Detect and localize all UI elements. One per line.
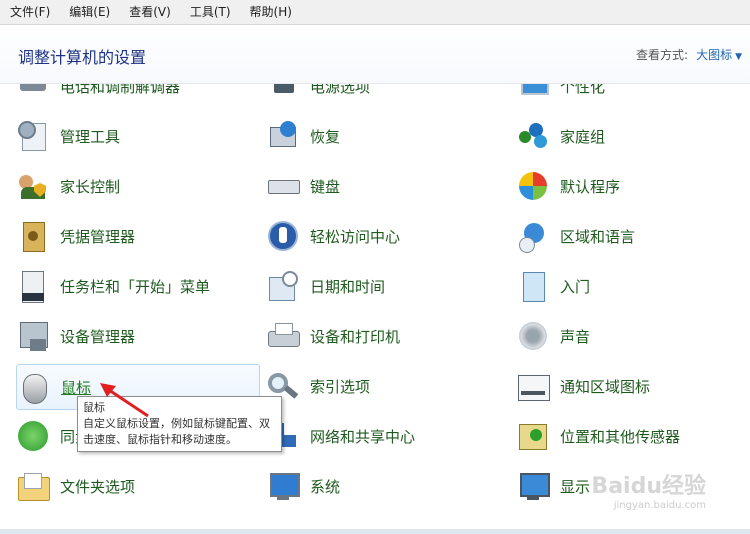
bottom-edge xyxy=(0,529,750,534)
parental-control-icon xyxy=(16,169,50,203)
cp-item-network[interactable]: 网络和共享中心 xyxy=(266,414,508,458)
sync-center-icon xyxy=(16,419,50,453)
cp-item-credential-manager[interactable]: 凭据管理器 xyxy=(16,214,258,258)
cp-item-folder-options[interactable]: 文件夹选项 xyxy=(16,464,258,508)
cp-item-label: 声音 xyxy=(560,327,591,346)
date-time-icon xyxy=(266,269,300,303)
cp-item-label: 家长控制 xyxy=(60,177,121,196)
page-title: 调整计算机的设置 xyxy=(18,48,147,67)
cp-item-system[interactable]: 系统 xyxy=(266,464,508,508)
device-manager-icon xyxy=(16,319,50,353)
recovery-icon xyxy=(266,119,300,153)
cp-item-label: 键盘 xyxy=(310,177,341,196)
cp-item-location-sensors[interactable]: 位置和其他传感器 xyxy=(516,414,748,458)
mouse-icon xyxy=(17,370,51,404)
default-programs-icon xyxy=(516,169,550,203)
cp-item-keyboard[interactable]: 键盘 xyxy=(266,164,508,208)
cp-item-label: 位置和其他传感器 xyxy=(560,427,681,446)
cp-item-sound[interactable]: 声音 xyxy=(516,314,748,358)
ease-of-access-icon xyxy=(266,219,300,253)
items-grid: 电话和调制解调器管理工具家长控制凭据管理器任务栏和「开始」菜单设备管理器鼠标同步… xyxy=(0,84,750,530)
location-sensors-icon xyxy=(516,419,550,453)
view-by-label: 查看方式: xyxy=(636,48,689,62)
cp-item-default-programs[interactable]: 默认程序 xyxy=(516,164,748,208)
cp-item-label: 个性化 xyxy=(560,84,606,96)
phone-modem-icon xyxy=(16,84,50,103)
notification-area-icon xyxy=(516,369,550,403)
cp-item-parental-control[interactable]: 家长控制 xyxy=(16,164,258,208)
cp-item-label: 鼠标 xyxy=(61,378,92,397)
homegroup-icon xyxy=(516,119,550,153)
power-options-icon xyxy=(266,84,300,103)
menu-view[interactable]: 查看(V) xyxy=(119,0,180,24)
menu-bar: 文件(F) 编辑(E) 查看(V) 工具(T) 帮助(H) xyxy=(0,0,750,25)
cp-item-label: 电源选项 xyxy=(310,84,371,96)
system-icon xyxy=(266,469,300,503)
cp-item-label: 日期和时间 xyxy=(310,277,386,296)
menu-help[interactable]: 帮助(H) xyxy=(240,0,301,24)
cp-item-printer[interactable]: 设备和打印机 xyxy=(266,314,508,358)
chevron-down-icon[interactable]: ▼ xyxy=(735,52,742,62)
keyboard-icon xyxy=(266,169,300,203)
cp-item-ease-of-access[interactable]: 轻松访问中心 xyxy=(266,214,508,258)
menu-tools[interactable]: 工具(T) xyxy=(180,0,240,24)
watermark-logo: Baidu经验 xyxy=(591,474,706,499)
cp-item-label: 系统 xyxy=(310,477,341,496)
taskbar-icon xyxy=(16,269,50,303)
cp-item-taskbar[interactable]: 任务栏和「开始」菜单 xyxy=(16,264,258,308)
cp-item-label: 网络和共享中心 xyxy=(310,427,416,446)
cp-item-label: 索引选项 xyxy=(310,377,371,396)
watermark-url: jingyan.baidu.com xyxy=(613,500,706,511)
credential-manager-icon xyxy=(16,219,50,253)
cp-item-label: 设备管理器 xyxy=(60,327,136,346)
cp-item-label: 任务栏和「开始」菜单 xyxy=(60,277,211,296)
region-language-icon xyxy=(516,219,550,253)
admin-tools-icon xyxy=(16,119,50,153)
cp-item-label: 电话和调制解调器 xyxy=(60,84,181,96)
cp-item-label: 文件夹选项 xyxy=(60,477,136,496)
cp-item-personalization[interactable]: 个性化 xyxy=(516,84,748,108)
printer-icon xyxy=(266,319,300,353)
cp-item-label: 轻松访问中心 xyxy=(310,227,401,246)
cp-item-date-time[interactable]: 日期和时间 xyxy=(266,264,508,308)
cp-item-admin-tools[interactable]: 管理工具 xyxy=(16,114,258,158)
display-icon xyxy=(516,469,550,503)
cp-item-device-manager[interactable]: 设备管理器 xyxy=(16,314,258,358)
cp-item-label: 管理工具 xyxy=(60,127,121,146)
folder-options-icon xyxy=(16,469,50,503)
cp-item-label: 设备和打印机 xyxy=(310,327,401,346)
view-by-dropdown[interactable]: 大图标 xyxy=(696,48,732,62)
personalization-icon xyxy=(516,84,550,103)
cp-item-notification-area[interactable]: 通知区域图标 xyxy=(516,364,748,408)
cp-item-label: 家庭组 xyxy=(560,127,606,146)
sound-icon xyxy=(516,319,550,353)
getting-started-icon xyxy=(516,269,550,303)
red-arrow-annotation xyxy=(100,383,149,418)
cp-item-recovery[interactable]: 恢复 xyxy=(266,114,508,158)
cp-item-label: 恢复 xyxy=(310,127,341,146)
cp-item-phone-modem[interactable]: 电话和调制解调器 xyxy=(16,84,258,108)
cp-item-label: 通知区域图标 xyxy=(560,377,651,396)
cp-item-indexing[interactable]: 索引选项 xyxy=(266,364,508,408)
cp-item-power-options[interactable]: 电源选项 xyxy=(266,84,508,108)
menu-file[interactable]: 文件(F) xyxy=(0,0,59,24)
cp-item-label: 凭据管理器 xyxy=(60,227,136,246)
cp-item-label: 入门 xyxy=(560,277,591,296)
cp-item-label: 显示 xyxy=(560,477,591,496)
cp-item-region-language[interactable]: 区域和语言 xyxy=(516,214,748,258)
cp-item-label: 默认程序 xyxy=(560,177,621,196)
cp-item-homegroup[interactable]: 家庭组 xyxy=(516,114,748,158)
cp-item-label: 区域和语言 xyxy=(560,227,636,246)
control-panel-header: 调整计算机的设置 查看方式: 大图标 ▼ xyxy=(0,25,750,84)
cp-item-getting-started[interactable]: 入门 xyxy=(516,264,748,308)
menu-edit[interactable]: 编辑(E) xyxy=(59,0,119,24)
view-by: 查看方式: 大图标 ▼ xyxy=(636,46,742,63)
